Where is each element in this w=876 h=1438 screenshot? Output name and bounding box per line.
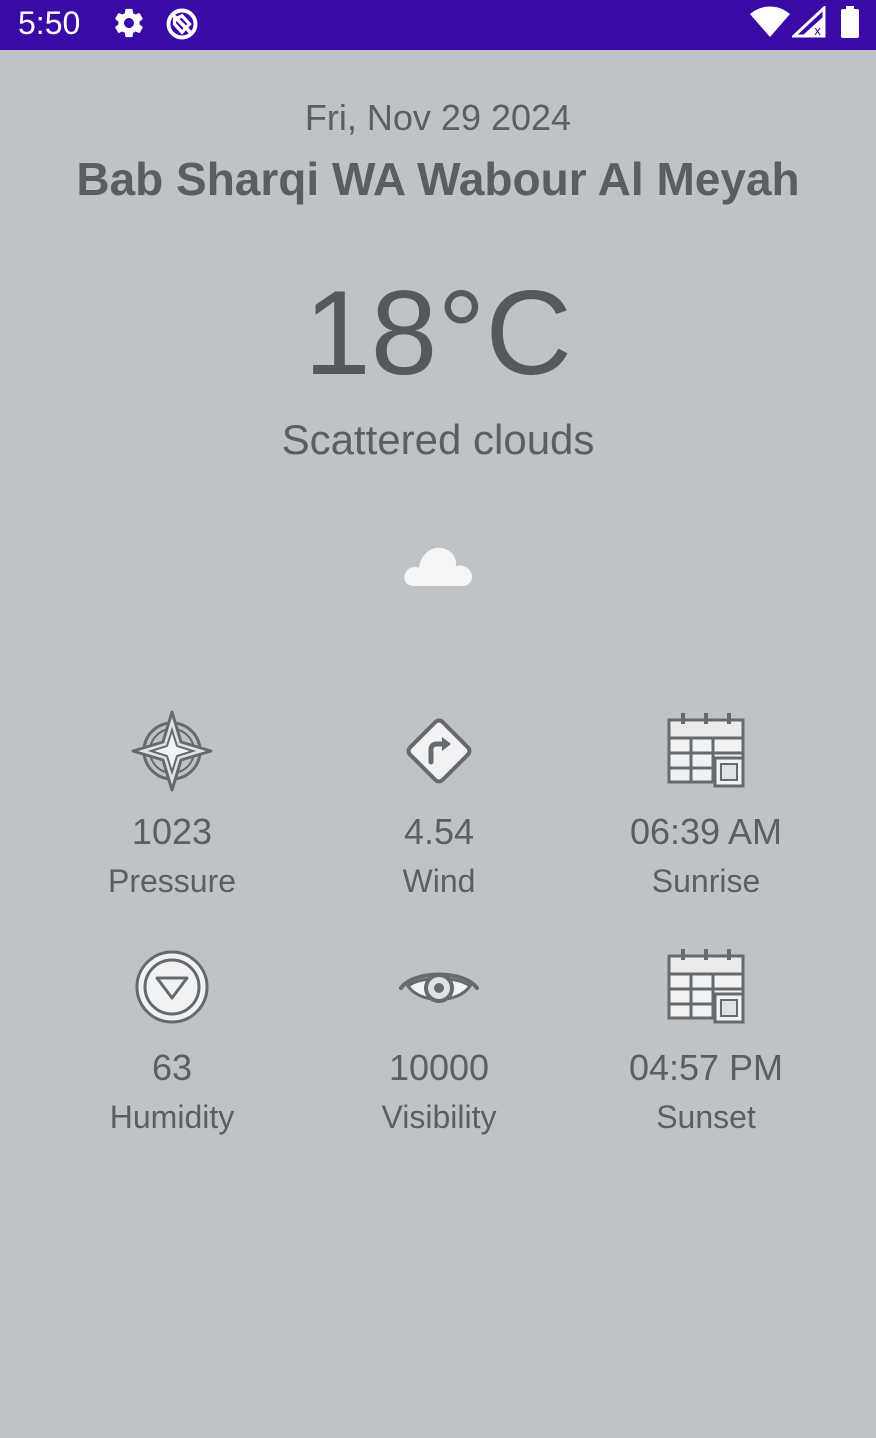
- stat-humidity: 63 Humidity: [38, 946, 306, 1136]
- compass-icon: [131, 710, 213, 792]
- stat-value: 04:57 PM: [628, 1047, 784, 1088]
- humidity-icon: [131, 946, 213, 1028]
- svg-text:x: x: [814, 24, 821, 38]
- cell-signal-icon: x: [792, 6, 826, 38]
- stat-value: 06:39 AM: [629, 811, 783, 852]
- stat-visibility: 10000 Visibility: [305, 946, 573, 1136]
- current-temperature: 18°C: [303, 266, 573, 400]
- calendar-icon: [665, 946, 747, 1028]
- stat-label: Humidity: [109, 1099, 235, 1135]
- weather-condition: Scattered clouds: [281, 416, 595, 463]
- no-sim-circle-icon: [164, 6, 200, 42]
- stat-label: Pressure: [107, 863, 237, 899]
- stat-sunrise: 06:39 AM Sunrise: [572, 710, 840, 900]
- stat-label: Sunset: [656, 1099, 756, 1135]
- eye-icon: [398, 946, 480, 1028]
- cloud-icon: [400, 540, 476, 590]
- stat-sunset: 04:57 PM Sunset: [572, 946, 840, 1136]
- city-name: Bab Sharqi WA Wabour Al Meyah: [76, 153, 800, 205]
- stat-label: Sunrise: [651, 863, 761, 899]
- battery-icon: [840, 6, 860, 38]
- stat-value: 10000: [388, 1047, 490, 1088]
- stat-value: 1023: [131, 811, 213, 852]
- status-time: 5:50: [18, 5, 81, 41]
- stat-value: 4.54: [403, 811, 475, 852]
- status-bar: 5:50 x: [0, 0, 876, 50]
- settings-gear-icon: [112, 6, 146, 40]
- wind-direction-icon: [398, 710, 480, 792]
- stat-pressure: 1023 Pressure: [38, 710, 306, 900]
- stat-wind: 4.54 Wind: [305, 710, 573, 900]
- stat-label: Visibility: [381, 1099, 497, 1135]
- weather-date: Fri, Nov 29 2024: [304, 97, 572, 138]
- wifi-icon: [750, 6, 790, 38]
- calendar-icon: [665, 710, 747, 792]
- stat-label: Wind: [402, 863, 476, 899]
- stat-value: 63: [151, 1047, 193, 1088]
